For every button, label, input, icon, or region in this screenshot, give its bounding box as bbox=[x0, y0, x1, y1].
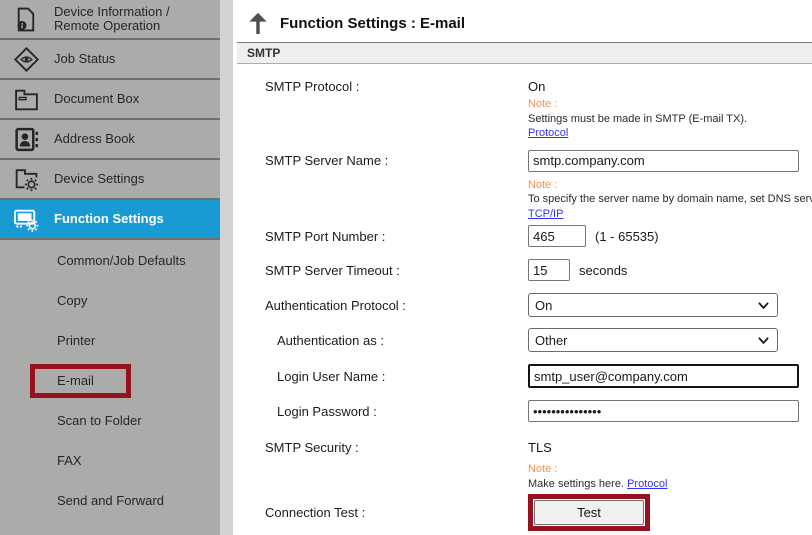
document-box-icon bbox=[11, 84, 41, 114]
function-settings-icon bbox=[11, 204, 41, 234]
sidebar-item-label: Device Information / Remote Operation bbox=[54, 5, 214, 33]
device-information-icon bbox=[11, 4, 41, 34]
auth-as-select[interactable]: Other bbox=[528, 328, 778, 352]
smtp-server-name-input[interactable] bbox=[528, 150, 799, 172]
note-text: To specify the server name by domain nam… bbox=[528, 193, 812, 205]
smtp-port-input[interactable] bbox=[528, 225, 586, 247]
device-settings-icon bbox=[11, 164, 41, 194]
page-title: Function Settings : E-mail bbox=[280, 15, 465, 32]
app-window: Device Information / Remote Operation Jo… bbox=[0, 0, 812, 535]
sidebar: Device Information / Remote Operation Jo… bbox=[0, 0, 220, 535]
smtp-protocol-label: SMTP Protocol : bbox=[233, 79, 528, 94]
test-button[interactable]: Test bbox=[534, 500, 644, 525]
function-settings-submenu: Common/Job Defaults Copy Printer E-mail … bbox=[0, 240, 220, 520]
note-label: Note : bbox=[528, 462, 812, 477]
sidebar-item-function-settings[interactable]: Function Settings bbox=[0, 200, 220, 240]
sidebar-item-device-settings[interactable]: Device Settings bbox=[0, 160, 220, 200]
login-password-input[interactable] bbox=[528, 400, 799, 422]
protocol-link[interactable]: Protocol bbox=[528, 126, 568, 141]
smtp-timeout-label: SMTP Server Timeout : bbox=[233, 263, 528, 278]
smtp-server-name-label: SMTP Server Name : bbox=[233, 153, 528, 168]
sidebar-item-address-book[interactable]: Address Book bbox=[0, 120, 220, 160]
page-header: Function Settings : E-mail bbox=[247, 10, 812, 36]
sidebar-gutter bbox=[220, 0, 233, 535]
sidebar-subitem-fax[interactable]: FAX bbox=[0, 440, 220, 480]
smtp-port-hint: (1 - 65535) bbox=[595, 229, 659, 244]
smtp-security-note: Note : Make settings here. Protocol bbox=[528, 462, 812, 491]
smtp-security-value: TLS bbox=[528, 440, 552, 455]
sidebar-subitem-printer[interactable]: Printer bbox=[0, 320, 220, 360]
tcpip-link[interactable]: TCP/IP bbox=[528, 208, 563, 220]
note-label: Note : bbox=[528, 97, 812, 112]
sidebar-item-label: Document Box bbox=[54, 92, 214, 106]
auth-as-label: Authentication as : bbox=[233, 333, 528, 348]
sidebar-item-label: Function Settings bbox=[54, 212, 214, 226]
smtp-server-name-note: Note : To specify the server name by dom… bbox=[528, 178, 812, 222]
login-password-label: Login Password : bbox=[233, 404, 528, 419]
address-book-icon bbox=[11, 124, 41, 154]
sidebar-subitem-email[interactable]: E-mail bbox=[0, 360, 220, 400]
auth-protocol-value: On bbox=[535, 298, 552, 313]
note-text: Settings must be made in SMTP (E-mail TX… bbox=[528, 112, 812, 127]
login-user-input[interactable] bbox=[528, 364, 799, 388]
login-user-label: Login User Name : bbox=[233, 369, 528, 384]
auth-protocol-label: Authentication Protocol : bbox=[233, 298, 528, 313]
section-title: SMTP bbox=[247, 46, 280, 60]
auth-as-value: Other bbox=[535, 333, 568, 348]
protocol-link[interactable]: Protocol bbox=[627, 478, 667, 490]
sidebar-subitem-copy[interactable]: Copy bbox=[0, 280, 220, 320]
note-text: Make settings here. bbox=[528, 478, 624, 490]
sidebar-item-device-information[interactable]: Device Information / Remote Operation bbox=[0, 0, 220, 40]
up-arrow-icon[interactable] bbox=[247, 11, 269, 35]
job-status-icon bbox=[11, 44, 41, 74]
smtp-security-label: SMTP Security : bbox=[233, 440, 528, 455]
chevron-down-icon bbox=[757, 299, 770, 312]
smtp-protocol-value: On bbox=[528, 79, 545, 94]
sidebar-item-label: Address Book bbox=[54, 132, 214, 146]
connection-test-label: Connection Test : bbox=[233, 505, 528, 520]
smtp-timeout-hint: seconds bbox=[579, 263, 627, 278]
main-content: Function Settings : E-mail SMTP SMTP Pro… bbox=[233, 0, 812, 535]
sidebar-item-label: Device Settings bbox=[54, 172, 214, 186]
sidebar-item-document-box[interactable]: Document Box bbox=[0, 80, 220, 120]
section-header-smtp: SMTP bbox=[237, 42, 812, 64]
smtp-timeout-input[interactable] bbox=[528, 259, 570, 281]
annotation-box-test: Test bbox=[528, 494, 650, 531]
auth-protocol-select[interactable]: On bbox=[528, 293, 778, 317]
sidebar-subitem-send-and-forward[interactable]: Send and Forward bbox=[0, 480, 220, 520]
chevron-down-icon bbox=[757, 334, 770, 347]
sidebar-item-job-status[interactable]: Job Status bbox=[0, 40, 220, 80]
smtp-protocol-note: Note : Settings must be made in SMTP (E-… bbox=[528, 97, 812, 141]
smtp-port-label: SMTP Port Number : bbox=[233, 229, 528, 244]
sidebar-subitem-scan-to-folder[interactable]: Scan to Folder bbox=[0, 400, 220, 440]
sidebar-subitem-common-job-defaults[interactable]: Common/Job Defaults bbox=[0, 240, 220, 280]
note-label: Note : bbox=[528, 178, 812, 193]
sidebar-item-label: Job Status bbox=[54, 52, 214, 66]
